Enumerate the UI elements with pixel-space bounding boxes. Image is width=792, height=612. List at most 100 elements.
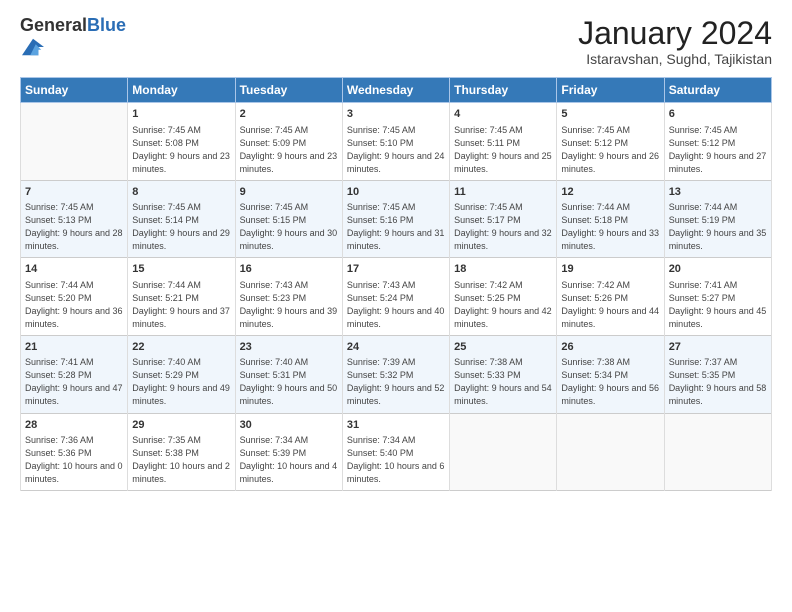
day-number: 31 (347, 418, 445, 433)
calendar-cell: 28Sunrise: 7:36 AMSunset: 5:36 PMDayligh… (21, 413, 128, 491)
day-info: Sunrise: 7:45 AMSunset: 5:16 PMDaylight:… (347, 201, 445, 253)
day-number: 9 (240, 185, 338, 200)
calendar-cell: 26Sunrise: 7:38 AMSunset: 5:34 PMDayligh… (557, 335, 664, 413)
day-info: Sunrise: 7:37 AMSunset: 5:35 PMDaylight:… (669, 356, 767, 408)
day-number: 8 (132, 185, 230, 200)
calendar-cell: 3Sunrise: 7:45 AMSunset: 5:10 PMDaylight… (342, 103, 449, 181)
day-number: 16 (240, 262, 338, 277)
calendar-cell: 4 Sunrise: 7:45 AMSunset: 5:11 PMDaylight… (450, 103, 557, 181)
day-number: 2 (240, 107, 338, 122)
logo: GeneralBlue (20, 16, 126, 63)
day-info: Sunrise: 7:34 AMSunset: 5:39 PMDaylight:… (240, 434, 338, 486)
calendar-cell (21, 103, 128, 181)
calendar-cell: 14 Sunrise: 7:44 AMSunset: 5:20 PMDayligh… (21, 258, 128, 336)
calendar-body: 1 Sunrise: 7:45 AMSunset: 5:08 PMDaylight… (21, 103, 772, 491)
calendar-cell: 27Sunrise: 7:37 AMSunset: 5:35 PMDayligh… (664, 335, 771, 413)
day-number: 6 (669, 107, 767, 122)
calendar-cell: 21Sunrise: 7:41 AMSunset: 5:28 PMDayligh… (21, 335, 128, 413)
day-of-week-saturday: Saturday (664, 78, 771, 103)
calendar-cell: 22Sunrise: 7:40 AMSunset: 5:29 PMDayligh… (128, 335, 235, 413)
day-number: 13 (669, 185, 767, 200)
logo-icon (22, 36, 44, 58)
day-info: Sunrise: 7:43 AMSunset: 5:24 PMDaylight:… (347, 279, 445, 331)
day-of-week-thursday: Thursday (450, 78, 557, 103)
calendar-cell: 17 Sunrise: 7:43 AMSunset: 5:24 PMDayligh… (342, 258, 449, 336)
header: GeneralBlue January 2024 Istaravshan, Su… (20, 16, 772, 67)
calendar-cell: 13Sunrise: 7:44 AMSunset: 5:19 PMDayligh… (664, 180, 771, 258)
day-number: 19 (561, 262, 659, 277)
day-number: 18 (454, 262, 552, 277)
day-number: 26 (561, 340, 659, 355)
day-info: Sunrise: 7:45 AMSunset: 5:12 PMDaylight:… (669, 124, 767, 176)
week-row-5: 28Sunrise: 7:36 AMSunset: 5:36 PMDayligh… (21, 413, 772, 491)
day-number: 10 (347, 185, 445, 200)
calendar-cell: 19 Sunrise: 7:42 AMSunset: 5:26 PMDayligh… (557, 258, 664, 336)
day-info: Sunrise: 7:45 AMSunset: 5:12 PMDaylight:… (561, 124, 659, 176)
month-title: January 2024 (578, 16, 772, 51)
calendar-cell: 25Sunrise: 7:38 AMSunset: 5:33 PMDayligh… (450, 335, 557, 413)
calendar-cell: 5 Sunrise: 7:45 AMSunset: 5:12 PMDaylight… (557, 103, 664, 181)
day-number: 14 (25, 262, 123, 277)
calendar-cell: 15 Sunrise: 7:44 AMSunset: 5:21 PMDayligh… (128, 258, 235, 336)
calendar-cell: 6 Sunrise: 7:45 AMSunset: 5:12 PMDaylight… (664, 103, 771, 181)
day-number: 28 (25, 418, 123, 433)
day-info: Sunrise: 7:44 AMSunset: 5:20 PMDaylight:… (25, 279, 123, 331)
day-info: Sunrise: 7:44 AMSunset: 5:21 PMDaylight:… (132, 279, 230, 331)
day-of-week-friday: Friday (557, 78, 664, 103)
calendar-cell: 31Sunrise: 7:34 AMSunset: 5:40 PMDayligh… (342, 413, 449, 491)
week-row-4: 21Sunrise: 7:41 AMSunset: 5:28 PMDayligh… (21, 335, 772, 413)
day-number: 15 (132, 262, 230, 277)
day-number: 4 (454, 107, 552, 122)
calendar-cell (664, 413, 771, 491)
day-info: Sunrise: 7:41 AMSunset: 5:27 PMDaylight:… (669, 279, 767, 331)
day-of-week-monday: Monday (128, 78, 235, 103)
day-info: Sunrise: 7:34 AMSunset: 5:40 PMDaylight:… (347, 434, 445, 486)
day-info: Sunrise: 7:45 AMSunset: 5:17 PMDaylight:… (454, 201, 552, 253)
day-info: Sunrise: 7:45 AMSunset: 5:15 PMDaylight:… (240, 201, 338, 253)
calendar-cell: 29Sunrise: 7:35 AMSunset: 5:38 PMDayligh… (128, 413, 235, 491)
day-number: 21 (25, 340, 123, 355)
calendar-cell: 12Sunrise: 7:44 AMSunset: 5:18 PMDayligh… (557, 180, 664, 258)
day-info: Sunrise: 7:42 AMSunset: 5:25 PMDaylight:… (454, 279, 552, 331)
location: Istaravshan, Sughd, Tajikistan (578, 51, 772, 67)
day-number: 27 (669, 340, 767, 355)
calendar-cell: 20 Sunrise: 7:41 AMSunset: 5:27 PMDayligh… (664, 258, 771, 336)
day-number: 3 (347, 107, 445, 122)
title-block: January 2024 Istaravshan, Sughd, Tajikis… (578, 16, 772, 67)
day-info: Sunrise: 7:38 AMSunset: 5:33 PMDaylight:… (454, 356, 552, 408)
calendar-cell: 2Sunrise: 7:45 AMSunset: 5:09 PMDaylight… (235, 103, 342, 181)
day-number: 25 (454, 340, 552, 355)
calendar-cell: 10Sunrise: 7:45 AMSunset: 5:16 PMDayligh… (342, 180, 449, 258)
calendar-cell: 23Sunrise: 7:40 AMSunset: 5:31 PMDayligh… (235, 335, 342, 413)
day-info: Sunrise: 7:41 AMSunset: 5:28 PMDaylight:… (25, 356, 123, 408)
day-info: Sunrise: 7:42 AMSunset: 5:26 PMDaylight:… (561, 279, 659, 331)
day-info: Sunrise: 7:45 AMSunset: 5:08 PMDaylight:… (132, 124, 230, 176)
day-of-week-sunday: Sunday (21, 78, 128, 103)
calendar-cell: 16 Sunrise: 7:43 AMSunset: 5:23 PMDayligh… (235, 258, 342, 336)
day-info: Sunrise: 7:38 AMSunset: 5:34 PMDaylight:… (561, 356, 659, 408)
logo-blue: Blue (87, 15, 126, 35)
day-info: Sunrise: 7:43 AMSunset: 5:23 PMDaylight:… (240, 279, 338, 331)
calendar-cell: 24Sunrise: 7:39 AMSunset: 5:32 PMDayligh… (342, 335, 449, 413)
day-number: 22 (132, 340, 230, 355)
day-info: Sunrise: 7:40 AMSunset: 5:31 PMDaylight:… (240, 356, 338, 408)
calendar-cell (557, 413, 664, 491)
week-row-3: 14 Sunrise: 7:44 AMSunset: 5:20 PMDayligh… (21, 258, 772, 336)
calendar-cell (450, 413, 557, 491)
calendar-table: SundayMondayTuesdayWednesdayThursdayFrid… (20, 77, 772, 491)
page: GeneralBlue January 2024 Istaravshan, Su… (0, 0, 792, 612)
day-number: 17 (347, 262, 445, 277)
day-of-week-header-row: SundayMondayTuesdayWednesdayThursdayFrid… (21, 78, 772, 103)
day-number: 23 (240, 340, 338, 355)
calendar-cell: 1 Sunrise: 7:45 AMSunset: 5:08 PMDaylight… (128, 103, 235, 181)
calendar-cell: 9Sunrise: 7:45 AMSunset: 5:15 PMDaylight… (235, 180, 342, 258)
day-number: 20 (669, 262, 767, 277)
day-number: 24 (347, 340, 445, 355)
day-info: Sunrise: 7:45 AMSunset: 5:11 PMDaylight:… (454, 124, 552, 176)
day-number: 29 (132, 418, 230, 433)
day-number: 30 (240, 418, 338, 433)
day-info: Sunrise: 7:39 AMSunset: 5:32 PMDaylight:… (347, 356, 445, 408)
day-info: Sunrise: 7:45 AMSunset: 5:14 PMDaylight:… (132, 201, 230, 253)
day-number: 1 (132, 107, 230, 122)
day-number: 5 (561, 107, 659, 122)
